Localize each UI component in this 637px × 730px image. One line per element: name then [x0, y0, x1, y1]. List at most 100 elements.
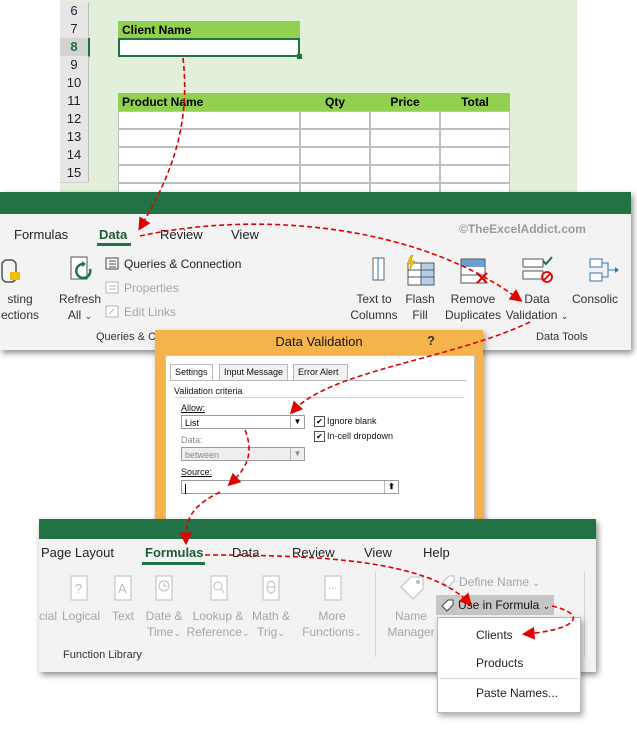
collapse-dialog-icon[interactable]: ⬆	[384, 481, 398, 493]
row-header-6[interactable]: 6	[60, 2, 89, 21]
row-header-14[interactable]: 14	[60, 146, 89, 165]
client-name-cell[interactable]	[118, 38, 300, 57]
menu-item-products[interactable]: Products	[476, 656, 523, 670]
client-name-header: Client Name	[118, 21, 300, 39]
chevron-down-icon: ⌄	[241, 628, 250, 638]
tab-error-alert[interactable]: Error Alert	[293, 364, 348, 380]
consolidate-icon	[588, 256, 622, 286]
chevron-down-icon[interactable]: ▼	[290, 448, 304, 460]
table-cell[interactable]	[300, 147, 370, 165]
remove-duplicates-button[interactable]: Remove Duplicates	[441, 291, 505, 323]
edit-links-button[interactable]: Edit Links	[124, 305, 176, 319]
table-cell[interactable]	[370, 147, 440, 165]
math-label-1: Math &	[251, 609, 290, 623]
chevron-down-icon: ⌄	[173, 628, 181, 638]
table-cell[interactable]	[118, 147, 300, 165]
name-manager-button[interactable]: Name Manager	[383, 608, 439, 640]
refresh-all-button[interactable]: Refresh All ⌄	[56, 291, 104, 324]
text-to-columns-button[interactable]: Text to Columns	[345, 291, 403, 323]
menu-item-paste-names[interactable]: Paste Names...	[476, 686, 558, 700]
lookup-reference-button[interactable]: Lookup & Reference⌄	[185, 608, 251, 641]
queries-connections-icon	[105, 257, 119, 270]
table-cell[interactable]	[440, 147, 510, 165]
existing-connections-button[interactable]: sting ections	[0, 291, 40, 323]
existing-connections-icon	[0, 256, 20, 284]
properties-button[interactable]: Properties	[124, 281, 179, 295]
validation-criteria-label: Validation criteria	[174, 386, 243, 396]
math-trig-button[interactable]: Math & Trig⌄	[251, 608, 291, 641]
data-validation-label-1: Data	[524, 292, 550, 306]
row-header-15[interactable]: 15	[60, 164, 89, 183]
data-validation-button[interactable]: Data Validation ⌄	[502, 291, 572, 324]
data-operator-select[interactable]: between ▼	[181, 447, 305, 461]
table-cell[interactable]	[370, 165, 440, 183]
existing-connections-label-1: sting	[7, 292, 33, 306]
table-cell[interactable]	[118, 129, 300, 147]
chevron-down-icon[interactable]: ▼	[290, 416, 304, 428]
menu-item-clients[interactable]: Clients	[476, 628, 513, 642]
row-header-10[interactable]: 10	[60, 74, 89, 93]
tab-view[interactable]: View	[231, 227, 259, 242]
define-name-label: Define Name	[459, 575, 530, 589]
table-cell[interactable]	[300, 165, 370, 183]
ignore-blank-checkbox[interactable]: ✔	[314, 416, 325, 427]
table-cell[interactable]	[300, 129, 370, 147]
tab-formulas[interactable]: Formulas	[14, 227, 68, 242]
in-cell-dropdown-checkbox[interactable]: ✔	[314, 431, 325, 442]
tab-formulas[interactable]: Formulas	[145, 545, 204, 560]
financial-button[interactable]: cial	[39, 608, 59, 624]
flash-fill-label-1: Flash	[405, 292, 435, 306]
more-functions-button[interactable]: More Functions⌄	[299, 608, 365, 641]
refresh-all-label-2: All	[67, 308, 82, 322]
tab-input-message[interactable]: Input Message	[219, 364, 289, 380]
active-tab-underline	[142, 562, 205, 565]
use-in-formula-button[interactable]: Use in Formula ⌄	[436, 595, 554, 615]
more-label-2: Functions	[302, 625, 355, 639]
row-header-11[interactable]: 11	[60, 92, 89, 111]
edit-links-icon	[105, 305, 119, 318]
tab-view[interactable]: View	[364, 545, 392, 560]
tab-settings[interactable]: Settings	[170, 364, 213, 380]
row-header-12[interactable]: 12	[60, 110, 89, 129]
remove-duplicates-label-2: Duplicates	[444, 308, 502, 322]
text-to-columns-label-2: Columns	[350, 308, 398, 322]
tab-data[interactable]: Data	[232, 545, 259, 560]
table-cell[interactable]	[440, 129, 510, 147]
define-name-button[interactable]: Define Name ⌄	[459, 575, 540, 589]
flash-fill-button[interactable]: Flash Fill	[400, 291, 440, 323]
name-manager-label-1: Name	[394, 609, 427, 623]
flash-fill-icon	[403, 254, 437, 287]
tab-review[interactable]: Review	[292, 545, 335, 560]
table-cell[interactable]	[440, 111, 510, 129]
tab-help[interactable]: Help	[423, 545, 450, 560]
table-cell[interactable]	[370, 111, 440, 129]
source-input[interactable]: ⬆	[181, 480, 399, 494]
text-function-button[interactable]: Text	[105, 608, 141, 624]
row-header-9[interactable]: 9	[60, 56, 89, 75]
table-cell[interactable]	[300, 111, 370, 129]
tab-review[interactable]: Review	[160, 227, 203, 242]
row-header-8[interactable]: 8	[60, 38, 90, 57]
more-label-1: More	[318, 609, 346, 623]
date-time-button[interactable]: Date & Time⌄	[141, 608, 187, 641]
existing-connections-label-2: ections	[0, 308, 40, 322]
table-cell[interactable]	[118, 165, 300, 183]
table-cell[interactable]	[370, 129, 440, 147]
date-time-label-2: Time	[147, 625, 174, 639]
row-header-13[interactable]: 13	[60, 128, 89, 147]
table-cell[interactable]	[118, 111, 300, 129]
row-header-7[interactable]: 7	[60, 20, 89, 39]
consolidate-button[interactable]: Consolic	[572, 291, 631, 307]
properties-icon	[105, 281, 119, 294]
group-separator	[584, 571, 585, 657]
logical-button[interactable]: Logical	[59, 608, 103, 624]
product-name-header: Product Name	[118, 93, 300, 111]
allow-select[interactable]: List ▼	[181, 415, 305, 429]
fill-handle[interactable]	[297, 54, 302, 59]
tab-page-layout[interactable]: Page Layout	[41, 545, 114, 560]
help-button[interactable]: ?	[427, 333, 435, 348]
queries-connections-button[interactable]: Queries & Connection	[124, 257, 241, 271]
dialog-body: Settings Input Message Error Alert Valid…	[165, 355, 475, 525]
table-cell[interactable]	[440, 165, 510, 183]
tab-data[interactable]: Data	[99, 227, 127, 242]
